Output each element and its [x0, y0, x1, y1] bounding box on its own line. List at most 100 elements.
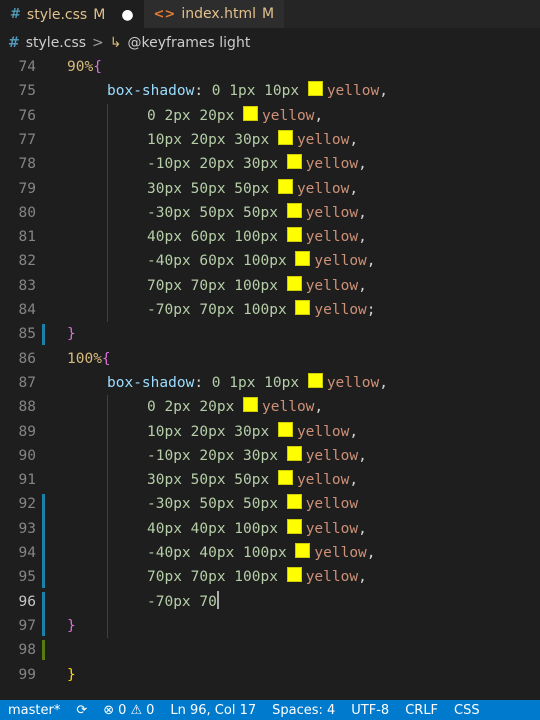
code-line[interactable]: 83 70px 70px 100px yellow,: [0, 274, 540, 298]
gutter-change-marker: [42, 494, 45, 588]
code-text: -40px 60px 100px yellow,: [147, 251, 376, 270]
language-mode[interactable]: CSS: [446, 703, 488, 718]
color-swatch-icon[interactable]: [277, 178, 293, 194]
code-text: 30px 50px 50px yellow,: [147, 178, 359, 197]
tab-bar: # style.css M ● <> index.html M: [0, 0, 540, 28]
line-number: 75: [18, 83, 36, 100]
code-text: -70px 70px 100px yellow;: [147, 300, 376, 318]
code-text: -30px 50px 50px yellow,: [147, 202, 367, 221]
color-swatch-icon[interactable]: [286, 445, 302, 461]
code-line[interactable]: 80 -30px 50px 50px yellow,: [0, 201, 540, 225]
code-text: 10px 20px 30px yellow,: [147, 129, 359, 148]
error-icon: ⊗: [103, 702, 115, 718]
code-line[interactable]: 95 70px 70px 100px yellow,: [0, 565, 540, 589]
warning-count: 0: [146, 702, 155, 718]
breadcrumb-symbol[interactable]: @keyframes light: [128, 35, 251, 51]
code-line[interactable]: 96 -70px 70: [0, 590, 540, 614]
color-swatch-icon[interactable]: [277, 129, 293, 145]
tab-style-css[interactable]: # style.css M ●: [0, 0, 144, 28]
code-editor[interactable]: 74 90%{75 box-shadow: 0 1px 10px yellow, 76…: [0, 58, 540, 690]
code-line[interactable]: 88 0 2px 20px yellow,: [0, 395, 540, 419]
line-number: 87: [18, 374, 36, 391]
code-line[interactable]: 78 -10px 20px 30px yellow,: [0, 152, 540, 176]
line-number: 86: [18, 350, 36, 367]
code-line[interactable]: 82 -40px 60px 100px yellow,: [0, 249, 540, 273]
color-swatch-icon[interactable]: [286, 518, 302, 534]
code-line[interactable]: 94 -40px 40px 100px yellow,: [0, 541, 540, 565]
unsaved-dot-icon[interactable]: ●: [121, 7, 133, 23]
color-swatch-icon[interactable]: [286, 275, 302, 291]
color-swatch-icon[interactable]: [286, 154, 302, 170]
tab-label: index.html: [181, 6, 256, 22]
code-line[interactable]: 97}: [0, 614, 540, 638]
line-number: 78: [18, 156, 36, 173]
color-swatch-icon[interactable]: [277, 470, 293, 486]
code-line[interactable]: 87 box-shadow: 0 1px 10px yellow,: [0, 371, 540, 395]
status-bar: master* ⟳ ⊗ 0 ⚠ 0 Ln 96, Col 17 Spaces: …: [0, 700, 540, 720]
color-swatch-icon[interactable]: [307, 81, 323, 97]
sync-icon[interactable]: ⟳: [68, 703, 95, 718]
line-number: 83: [18, 277, 36, 294]
code-line[interactable]: 75 box-shadow: 0 1px 10px yellow,: [0, 79, 540, 103]
code-line[interactable]: 92 -30px 50px 50px yellow: [0, 492, 540, 516]
code-line[interactable]: 89 10px 20px 30px yellow,: [0, 420, 540, 444]
code-line[interactable]: 90 -10px 20px 30px yellow,: [0, 444, 540, 468]
color-swatch-icon[interactable]: [307, 372, 323, 388]
code-line[interactable]: 76 0 2px 20px yellow,: [0, 104, 540, 128]
line-number: 98: [18, 642, 36, 659]
encoding-status[interactable]: UTF-8: [343, 703, 397, 718]
line-number: 81: [18, 229, 36, 246]
code-text: 30px 50px 50px yellow,: [147, 470, 359, 489]
gutter-change-marker: [42, 640, 45, 661]
error-count: 0: [118, 702, 127, 718]
code-text: -10px 20px 30px yellow,: [147, 445, 367, 464]
code-text: 0 2px 20px yellow,: [147, 105, 324, 124]
eol-status[interactable]: CRLF: [397, 703, 446, 718]
code-line[interactable]: 93 40px 40px 100px yellow,: [0, 517, 540, 541]
color-swatch-icon[interactable]: [243, 105, 259, 121]
code-text: 70px 70px 100px yellow,: [147, 567, 367, 586]
color-swatch-icon[interactable]: [286, 202, 302, 218]
line-number: 77: [18, 131, 36, 148]
indentation-status[interactable]: Spaces: 4: [264, 703, 343, 718]
modified-indicator: M: [93, 6, 106, 23]
color-swatch-icon[interactable]: [286, 494, 302, 510]
color-swatch-icon[interactable]: [286, 227, 302, 243]
modified-indicator: M: [261, 6, 275, 22]
color-swatch-icon[interactable]: [295, 251, 311, 267]
tab-index-html[interactable]: <> index.html M: [143, 0, 285, 28]
color-swatch-icon[interactable]: [295, 300, 311, 315]
code-text: 40px 40px 100px yellow,: [147, 518, 367, 537]
branch-status[interactable]: master*: [0, 703, 68, 718]
line-number: 94: [18, 545, 36, 561]
code-text: }: [67, 666, 76, 683]
color-swatch-icon[interactable]: [286, 567, 302, 583]
code-line[interactable]: 91 30px 50px 50px yellow,: [0, 468, 540, 492]
color-swatch-icon[interactable]: [277, 421, 293, 437]
code-line[interactable]: 79 30px 50px 50px yellow,: [0, 177, 540, 201]
gutter-change-marker: [42, 324, 45, 345]
line-number: 85: [18, 326, 36, 343]
cursor-position[interactable]: Ln 96, Col 17: [162, 703, 264, 718]
line-number: 93: [18, 520, 36, 537]
code-line[interactable]: 99}: [0, 663, 540, 687]
line-number: 76: [18, 107, 36, 124]
code-text: 10px 20px 30px yellow,: [147, 421, 359, 440]
line-number: 80: [18, 204, 36, 221]
breadcrumb-file[interactable]: style.css: [26, 35, 86, 51]
indent-guide: [107, 395, 108, 639]
code-line[interactable]: 85}: [0, 322, 540, 346]
code-line[interactable]: 74 90%{: [0, 58, 540, 79]
code-line[interactable]: 86 100%{: [0, 347, 540, 371]
code-line[interactable]: 98: [0, 638, 540, 662]
line-number: 96: [18, 593, 36, 610]
line-number: 95: [18, 569, 36, 586]
color-swatch-icon[interactable]: [295, 543, 311, 558]
color-swatch-icon[interactable]: [243, 397, 259, 413]
problems-status[interactable]: ⊗ 0 ⚠ 0: [95, 703, 162, 718]
code-line[interactable]: 84 -70px 70px 100px yellow;: [0, 298, 540, 322]
code-line[interactable]: 77 10px 20px 30px yellow,: [0, 128, 540, 152]
code-line[interactable]: 81 40px 60px 100px yellow,: [0, 225, 540, 249]
code-text: }: [67, 326, 76, 343]
code-text: -40px 40px 100px yellow,: [147, 543, 376, 561]
